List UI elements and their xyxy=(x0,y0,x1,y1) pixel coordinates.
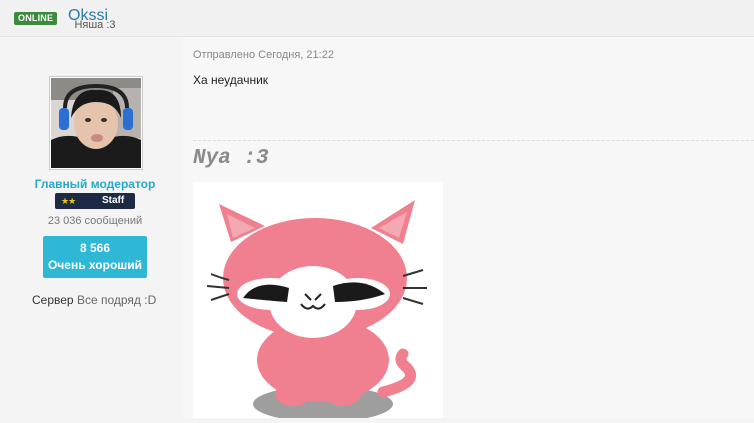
signature-title: Nya :3 xyxy=(193,147,269,170)
signature-cat-image xyxy=(193,182,443,422)
signature-divider xyxy=(193,140,754,141)
star-icon: ★★ xyxy=(61,196,76,206)
avatar[interactable] xyxy=(49,76,143,170)
user-title: Няша :3 xyxy=(74,19,116,31)
post-text: Ха неудачник xyxy=(193,73,269,87)
server-label: Сервер xyxy=(32,293,74,307)
reputation-box[interactable]: 8 566 Очень хороший xyxy=(43,236,147,278)
staff-badge: ★★ Staff xyxy=(55,193,135,209)
server-value: Все подряд :D xyxy=(76,293,157,307)
cat-illustration xyxy=(206,200,427,422)
reputation-label: Очень хороший xyxy=(47,258,143,272)
message-count: 23 036 сообщений xyxy=(47,215,143,227)
reputation-value: 8 566 xyxy=(79,241,111,255)
staff-badge-label: Staff xyxy=(102,195,125,206)
server-field: Сервер Все подряд :D xyxy=(32,293,156,307)
avatar-image xyxy=(51,78,141,168)
post-timestamp: Отправлено Сегодня, 21:22 xyxy=(193,49,334,61)
user-role: Главный модератор xyxy=(34,177,156,191)
